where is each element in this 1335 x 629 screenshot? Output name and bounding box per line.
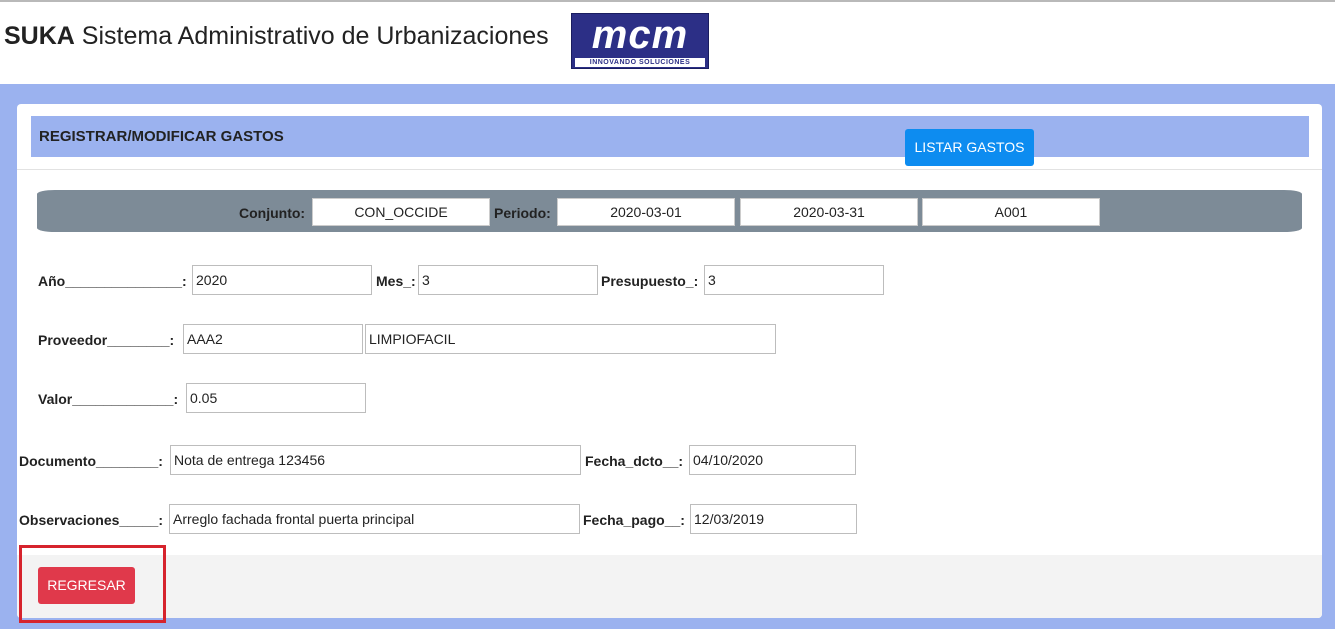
fecha-pago-input[interactable]: 12/03/2019 — [690, 504, 857, 534]
expense-form-card: REGISTRAR/MODIFICAR GASTOS LISTAR GASTOS… — [17, 104, 1322, 618]
documento-label: Documento________: — [19, 453, 163, 469]
proveedor-label: Proveedor________: — [38, 332, 175, 348]
valor-label: Valor_____________: — [38, 391, 179, 407]
fecha-pago-label: Fecha_pago__: — [583, 512, 685, 528]
conjunto-label: Conjunto: — [239, 205, 306, 221]
back-button[interactable]: REGRESAR — [38, 567, 135, 604]
fecha-dcto-label: Fecha_dcto__: — [585, 453, 684, 469]
codigo-field[interactable]: A001 — [922, 198, 1100, 226]
card-header: REGISTRAR/MODIFICAR GASTOS LISTAR GASTOS — [31, 116, 1309, 166]
conjunto-field[interactable]: CON_OCCIDE — [312, 198, 490, 226]
observaciones-input[interactable]: Arreglo fachada frontal puerta principal — [169, 504, 580, 534]
mes-label: Mes_: — [376, 273, 416, 289]
valor-input[interactable]: 0.05 — [186, 383, 366, 413]
fecha-dcto-input[interactable]: 04/10/2020 — [689, 445, 856, 475]
periodo-label: Periodo: — [494, 205, 551, 221]
logo-tagline: INNOVANDO SOLUCIONES — [575, 58, 705, 67]
mes-input[interactable]: 3 — [418, 265, 598, 295]
proveedor-code-input[interactable]: AAA2 — [183, 324, 363, 354]
proveedor-name-input[interactable]: LIMPIOFACIL — [365, 324, 776, 354]
presupuesto-input[interactable]: 3 — [704, 265, 884, 295]
header-divider — [17, 169, 1322, 170]
periodo-start-field[interactable]: 2020-03-01 — [557, 198, 735, 226]
anio-label: Año_______________: — [38, 273, 187, 289]
documento-input[interactable]: Nota de entrega 123456 — [170, 445, 581, 475]
page-title: REGISTRAR/MODIFICAR GASTOS — [39, 128, 284, 145]
app-title-text: Sistema Administrativo de Urbanizaciones — [81, 22, 549, 50]
observaciones-label: Observaciones_____: — [19, 512, 163, 528]
card-footer — [17, 555, 1322, 618]
logo-mark: mcm — [576, 15, 704, 55]
app-brand: SUKA — [4, 22, 75, 50]
company-logo: mcm INNOVANDO SOLUCIONES — [571, 13, 709, 69]
app-header: SUKA Sistema Administrativo de Urbanizac… — [0, 2, 1335, 85]
list-expenses-button[interactable]: LISTAR GASTOS — [905, 129, 1034, 166]
app-title: SUKA Sistema Administrativo de Urbanizac… — [4, 22, 549, 51]
presupuesto-label: Presupuesto_: — [601, 273, 699, 289]
periodo-end-field[interactable]: 2020-03-31 — [740, 198, 918, 226]
context-bar: Conjunto: CON_OCCIDE Periodo: 2020-03-01… — [37, 190, 1302, 232]
anio-input[interactable]: 2020 — [192, 265, 372, 295]
